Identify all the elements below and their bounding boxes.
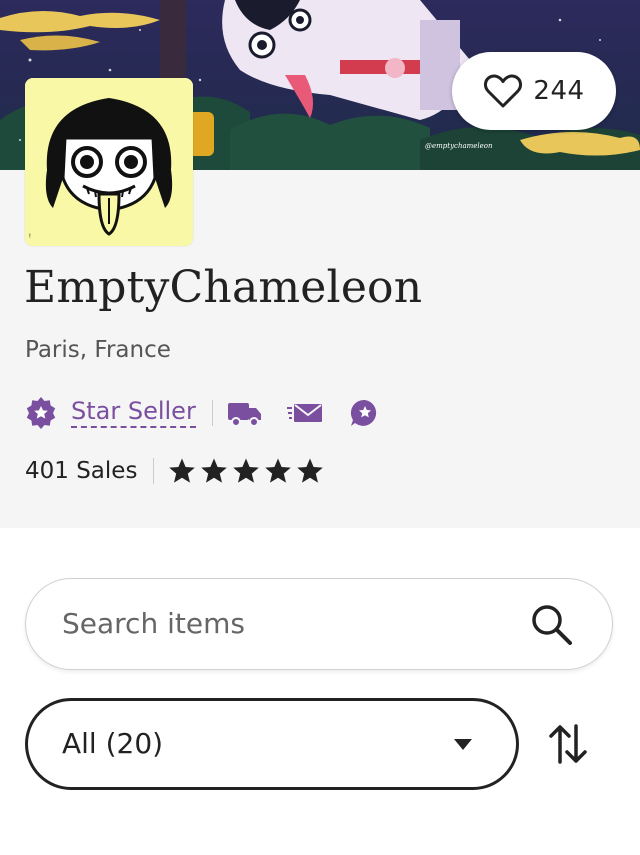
category-filter-select[interactable]: All (20) — [25, 698, 519, 790]
search-input[interactable] — [62, 579, 502, 668]
sort-arrows-icon[interactable] — [548, 722, 588, 766]
star-icon — [265, 458, 292, 483]
star-seller-link[interactable]: Star Seller — [71, 397, 196, 429]
shop-location: Paris, France — [25, 337, 171, 363]
star-icon — [201, 458, 228, 483]
banner-watermark: @emptychameleon — [425, 142, 493, 150]
search-icon[interactable] — [530, 603, 574, 647]
rating-stars[interactable] — [168, 457, 324, 485]
caret-down-icon — [454, 739, 472, 750]
shop-avatar[interactable]: ᵎ — [25, 78, 193, 246]
favorite-shop-button[interactable]: 244 — [452, 52, 616, 130]
star-chat-icon[interactable] — [347, 398, 383, 428]
search-bar — [25, 578, 613, 670]
star-icon — [169, 458, 196, 483]
sales-count: 401 Sales — [25, 458, 138, 484]
heart-outline-icon — [484, 74, 523, 108]
delivery-truck-icon[interactable] — [227, 398, 263, 428]
sales-rating-row: 401 Sales — [25, 452, 324, 490]
shop-badges-row: Star Seller — [25, 393, 407, 433]
star-icon — [297, 458, 324, 483]
star-seller-badge-icon — [26, 397, 56, 429]
favorite-count: 244 — [533, 76, 585, 106]
svg-text:ᵎ: ᵎ — [29, 232, 31, 243]
star-icon — [233, 458, 260, 483]
fast-message-icon[interactable] — [286, 398, 323, 428]
badge-divider — [211, 400, 213, 426]
shop-logo-illustration: ᵎ — [25, 78, 193, 246]
sales-divider — [153, 458, 155, 484]
category-filter-value: All (20) — [62, 727, 164, 760]
shop-name: EmptyChameleon — [24, 262, 423, 313]
